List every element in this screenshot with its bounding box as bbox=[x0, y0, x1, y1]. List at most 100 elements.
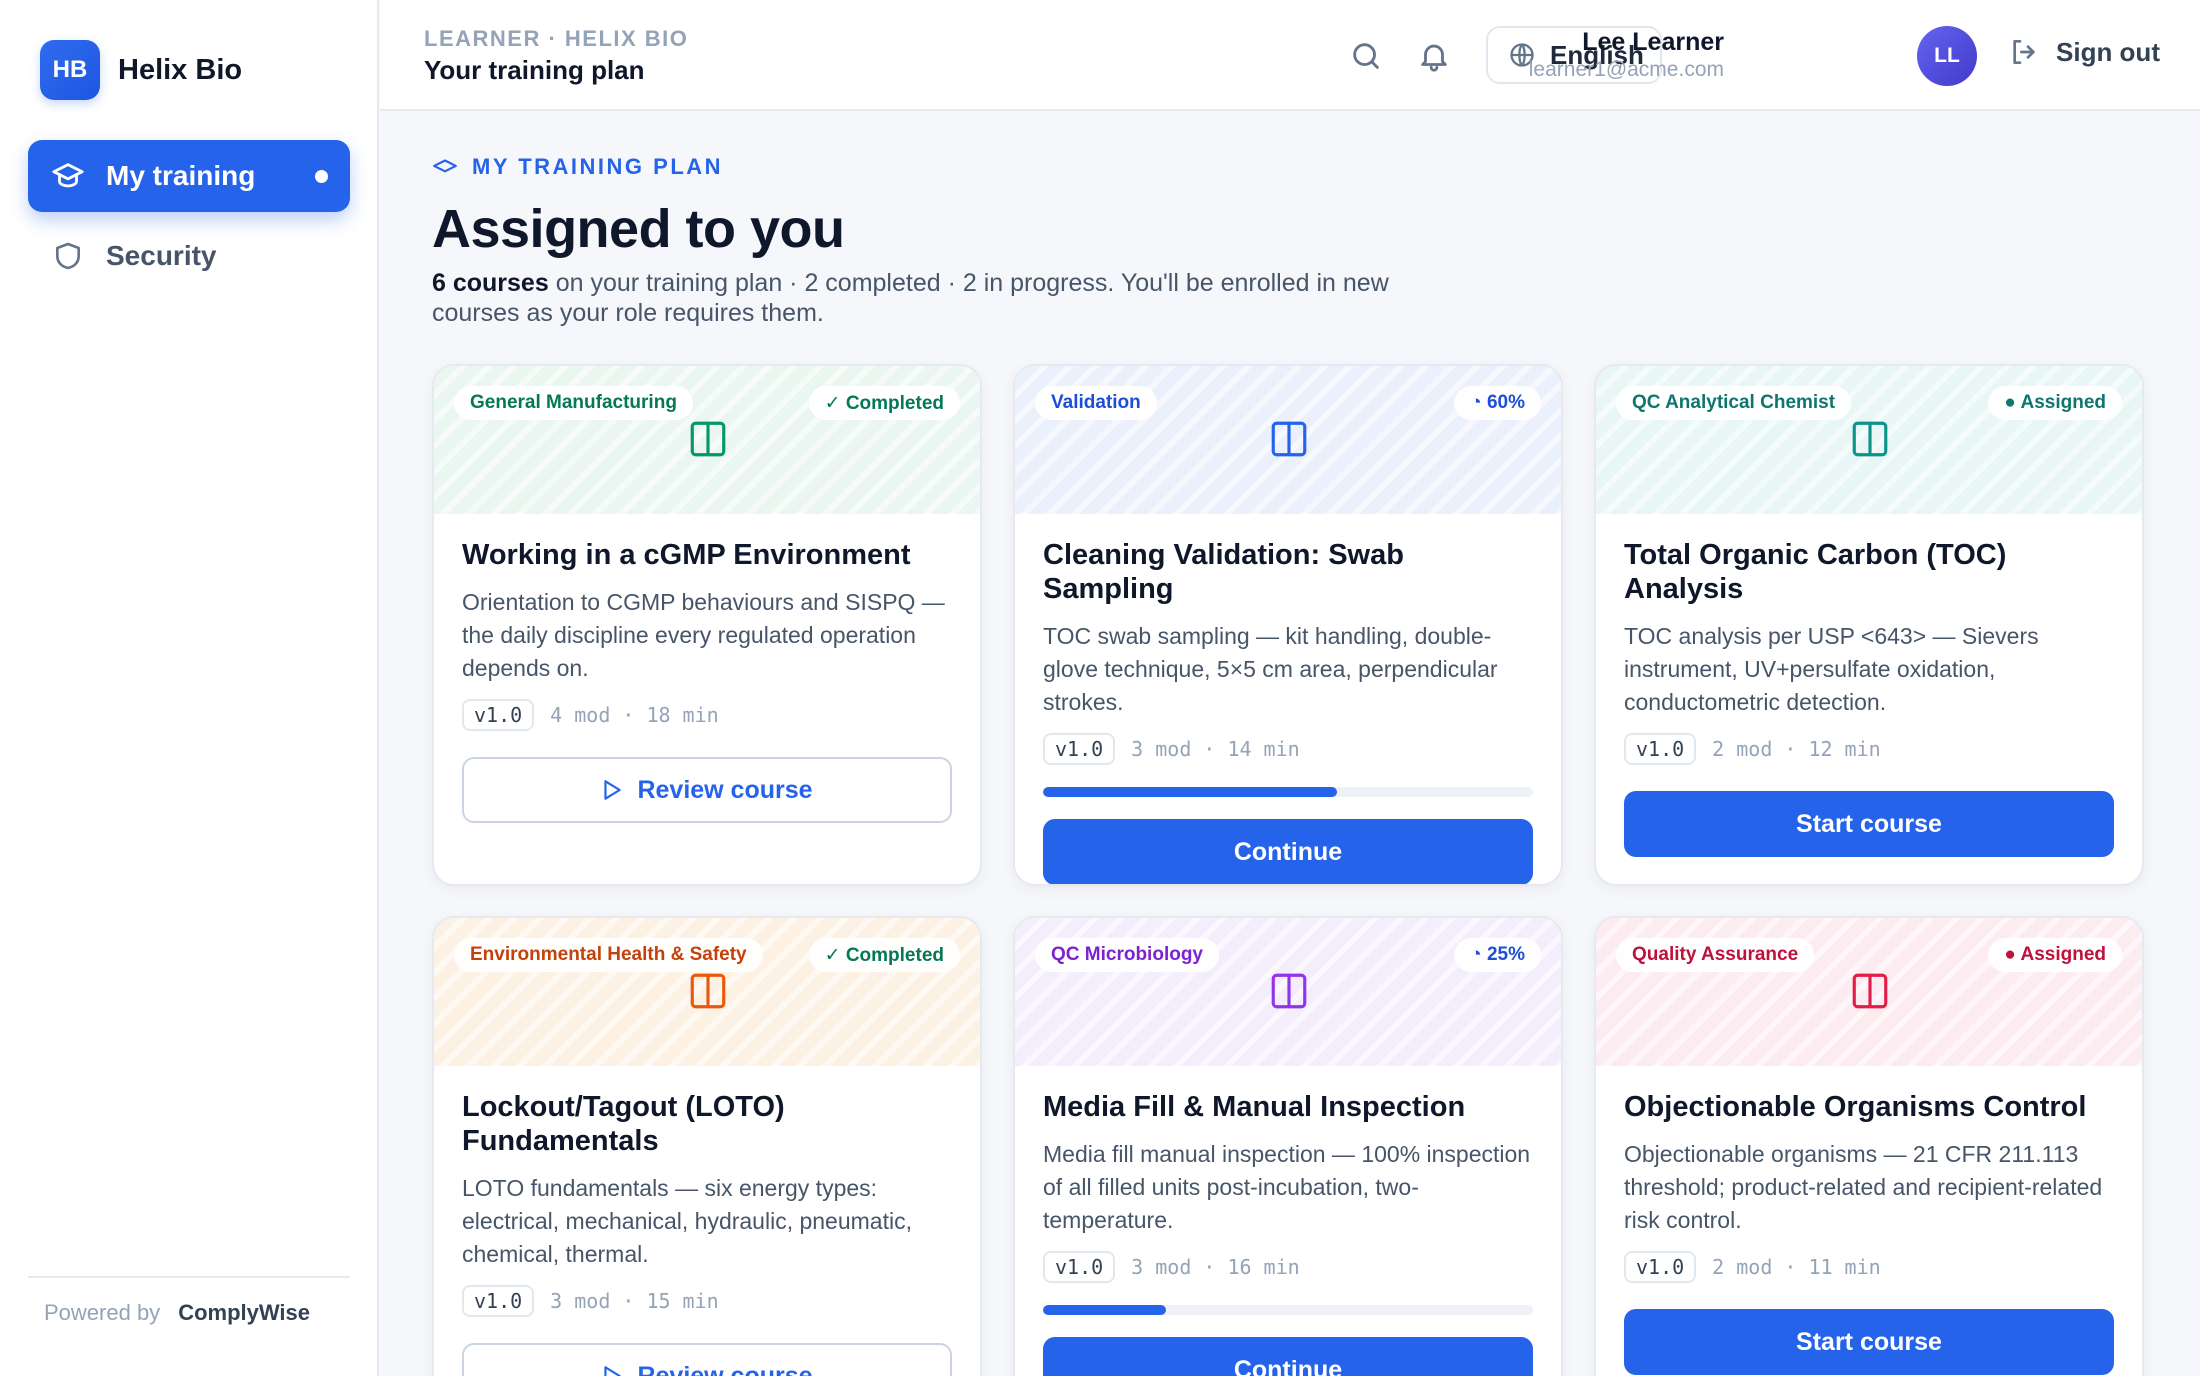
top-header: LEARNER · HELIX BIO Your training plan E… bbox=[380, 0, 2200, 111]
user-email: learner1@acme.com bbox=[1528, 58, 1724, 81]
duration: 18 min bbox=[646, 703, 719, 727]
version-badge: v1.0 bbox=[462, 699, 535, 731]
course-description: Objectionable organisms — 21 CFR 211.113… bbox=[1624, 1141, 2103, 1233]
module-count: 3 mod bbox=[1131, 1255, 1192, 1279]
course-meta: v1.0 2 mod · 11 min bbox=[1624, 1251, 2114, 1283]
powered-by-name[interactable]: ComplyWise bbox=[178, 1300, 310, 1325]
duration: 15 min bbox=[646, 1289, 719, 1313]
duration: 12 min bbox=[1808, 737, 1881, 761]
card-banner: Quality Assurance ● Assigned bbox=[1596, 918, 2142, 1066]
course-title: Total Organic Carbon (TOC) Analysis bbox=[1624, 539, 2007, 605]
course-meta: v1.0 3 mod · 16 min bbox=[1043, 1251, 1533, 1283]
brand-name: Helix Bio bbox=[118, 53, 243, 86]
course-meta: v1.0 3 mod · 15 min bbox=[462, 1285, 952, 1317]
course-meta: v1.0 4 mod · 18 min bbox=[462, 699, 952, 731]
course-description: TOC analysis per USP <643> — Sievers ins… bbox=[1624, 623, 2039, 715]
sidebar-item-security[interactable]: Security bbox=[28, 220, 350, 292]
version-badge: v1.0 bbox=[1624, 1251, 1697, 1283]
page-title: Assigned to you bbox=[432, 199, 845, 259]
status-badge: ✓ Completed bbox=[808, 386, 960, 420]
eyebrow-label: MY TRAINING PLAN bbox=[472, 154, 724, 179]
book-icon bbox=[690, 421, 726, 457]
bell-icon[interactable] bbox=[1414, 36, 1454, 76]
meta-separator: · bbox=[1784, 737, 1797, 761]
book-icon bbox=[1271, 421, 1307, 457]
sidebar-item-my-training[interactable]: My training bbox=[28, 140, 350, 212]
sign-out-icon bbox=[2013, 40, 2035, 64]
header-title: Your training plan bbox=[424, 55, 645, 85]
course-title: Working in a cGMP Environment bbox=[462, 539, 911, 571]
version-badge: v1.0 bbox=[462, 1285, 535, 1317]
category-badge: Quality Assurance bbox=[1616, 938, 1815, 972]
module-count: 2 mod bbox=[1712, 1255, 1773, 1279]
status-badge: ✓ Completed bbox=[808, 938, 960, 972]
course-meta: v1.0 2 mod · 12 min bbox=[1624, 733, 2114, 765]
sidebar-item-label: My training bbox=[106, 160, 256, 191]
button-label: Review course bbox=[637, 775, 813, 804]
brand-logo: HB bbox=[40, 40, 100, 100]
review-course-button[interactable]: Review course bbox=[462, 1343, 952, 1376]
meta-separator: · bbox=[622, 1289, 635, 1313]
brand[interactable]: HB Helix Bio bbox=[40, 40, 242, 100]
start-course-button[interactable]: Start course bbox=[1624, 1309, 2114, 1375]
category-badge: Validation bbox=[1035, 386, 1157, 420]
search-icon[interactable] bbox=[1346, 36, 1386, 76]
card-banner: QC Analytical Chemist ● Assigned bbox=[1596, 366, 2142, 514]
category-badge: Environmental Health & Safety bbox=[454, 938, 763, 972]
meta-separator: · bbox=[1203, 737, 1216, 761]
card-banner: General Manufacturing ✓ Completed bbox=[434, 366, 980, 514]
plan-summary: 6 courses on your training plan · 2 comp… bbox=[432, 268, 1472, 328]
powered-by: Powered by ComplyWise bbox=[28, 1276, 350, 1326]
course-card[interactable]: QC Analytical Chemist ● Assigned Total O… bbox=[1594, 364, 2144, 886]
user-name: Lee Learner bbox=[1582, 28, 1724, 56]
course-card[interactable]: QC Microbiology ◔ 25% Media Fill & Manua… bbox=[1013, 916, 1563, 1376]
meta-separator: · bbox=[1203, 1255, 1216, 1279]
book-icon bbox=[690, 973, 726, 1009]
version-badge: v1.0 bbox=[1043, 1251, 1116, 1283]
version-badge: v1.0 bbox=[1624, 733, 1697, 765]
review-course-button[interactable]: Review course bbox=[462, 757, 952, 823]
card-banner: Validation ◔ 60% bbox=[1015, 366, 1561, 514]
module-count: 3 mod bbox=[1131, 737, 1192, 761]
sidebar: HB Helix Bio My training Security Powere… bbox=[0, 0, 379, 1376]
book-icon bbox=[1852, 973, 1888, 1009]
progress-fill bbox=[1043, 787, 1337, 797]
category-badge: General Manufacturing bbox=[454, 386, 693, 420]
book-icon bbox=[1852, 421, 1888, 457]
course-title: Objectionable Organisms Control bbox=[1624, 1091, 2087, 1123]
avatar[interactable]: LL bbox=[1917, 26, 1977, 86]
status-badge: ◔ 60% bbox=[1454, 386, 1541, 420]
module-count: 2 mod bbox=[1712, 737, 1773, 761]
start-course-button[interactable]: Start course bbox=[1624, 791, 2114, 857]
course-description: Orientation to CGMP behaviours and SISPQ… bbox=[462, 589, 945, 681]
duration: 16 min bbox=[1227, 1255, 1300, 1279]
continue-button[interactable]: Continue bbox=[1043, 1337, 1533, 1376]
course-title: Lockout/Tagout (LOTO) Fundamentals bbox=[462, 1091, 785, 1157]
continue-button[interactable]: Continue bbox=[1043, 819, 1533, 884]
category-badge: QC Analytical Chemist bbox=[1616, 386, 1852, 420]
section-eyebrow: MY TRAINING PLAN bbox=[432, 154, 723, 180]
version-badge: v1.0 bbox=[1043, 733, 1116, 765]
active-dot bbox=[315, 170, 328, 183]
meta-separator: · bbox=[1784, 1255, 1797, 1279]
module-count: 4 mod bbox=[550, 703, 611, 727]
duration: 11 min bbox=[1808, 1255, 1881, 1279]
sidebar-item-label: Security bbox=[106, 240, 217, 271]
status-badge: ● Assigned bbox=[1988, 386, 2122, 420]
status-badge: ◔ 25% bbox=[1454, 938, 1541, 972]
course-description: Media fill manual inspection — 100% insp… bbox=[1043, 1141, 1531, 1233]
sign-out-label: Sign out bbox=[2056, 36, 2160, 67]
play-icon bbox=[604, 780, 622, 800]
sign-out-button[interactable]: Sign out bbox=[2008, 36, 2160, 68]
summary-text: on your training plan · 2 completed · 2 … bbox=[432, 269, 1389, 327]
status-badge: ● Assigned bbox=[1988, 938, 2122, 972]
course-card[interactable]: Environmental Health & Safety ✓ Complete… bbox=[432, 916, 982, 1376]
course-card[interactable]: General Manufacturing ✓ Completed Workin… bbox=[432, 364, 982, 886]
card-banner: Environmental Health & Safety ✓ Complete… bbox=[434, 918, 980, 1066]
course-card[interactable]: Validation ◔ 60% Cleaning Validation: Sw… bbox=[1013, 364, 1563, 886]
module-count: 3 mod bbox=[550, 1289, 611, 1313]
progress-bar bbox=[1043, 787, 1533, 797]
course-card[interactable]: Quality Assurance ● Assigned Objectionab… bbox=[1594, 916, 2144, 1376]
button-label: Review course bbox=[637, 1361, 813, 1376]
course-description: TOC swab sampling — kit handling, double… bbox=[1043, 623, 1498, 715]
